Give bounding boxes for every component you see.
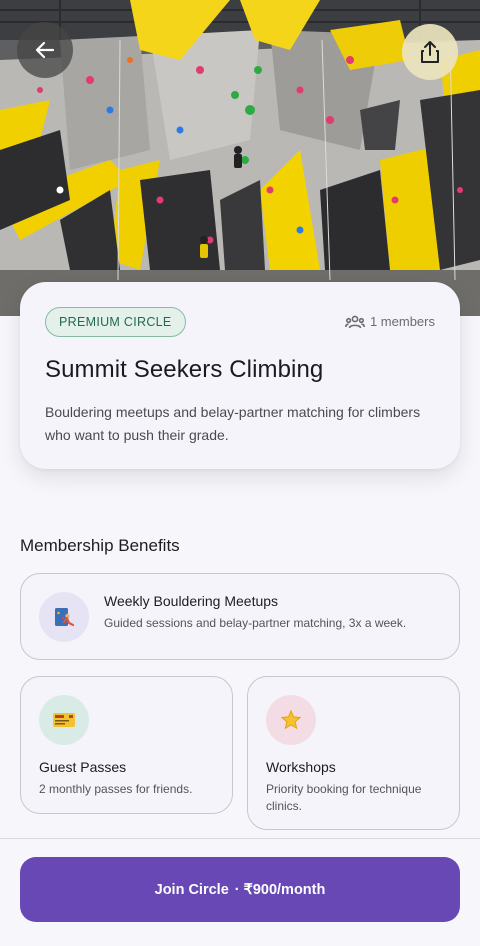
premium-badge: PREMIUM CIRCLE: [45, 307, 186, 337]
benefit-title: Weekly Bouldering Meetups: [104, 593, 279, 609]
arrow-left-icon: [35, 41, 55, 59]
hero-image: [0, 0, 480, 316]
benefit-title: Guest Passes: [39, 759, 127, 775]
people-icon: [344, 315, 365, 328]
join-circle-button[interactable]: Join Circle · ₹900/month: [20, 857, 460, 922]
benefit-card-guest-passes: Guest Passes 2 monthly passes for friend…: [20, 676, 233, 814]
benefit-card-workshops: Workshops Priority booking for technique…: [247, 676, 460, 830]
benefit-description: Priority booking for technique clinics.: [266, 782, 422, 813]
benefit-icon-circle: [39, 695, 89, 745]
benefits-section-title: Membership Benefits: [20, 536, 180, 555]
benefit-title: Workshops: [266, 759, 336, 775]
benefit-icon-circle: [266, 695, 316, 745]
share-icon: [421, 41, 439, 63]
benefit-description: Guided sessions and belay-partner matchi…: [104, 616, 407, 630]
climber-icon: [55, 608, 75, 627]
circle-description: Bouldering meetups and belay-partner mat…: [45, 404, 421, 443]
members-count: 1 members: [344, 314, 435, 329]
members-text: 1 members: [369, 314, 435, 329]
ticket-icon: [53, 713, 75, 727]
benefit-card-weekly-meetups: Weekly Bouldering Meetups Guided session…: [20, 573, 460, 660]
circle-title: Summit Seekers Climbing: [45, 356, 324, 383]
benefit-description: 2 monthly passes for friends.: [39, 782, 193, 796]
circle-info-card: PREMIUM CIRCLE 1 members Summit Seekers …: [20, 282, 460, 469]
back-button[interactable]: [17, 22, 73, 78]
join-label: Join Circle: [154, 881, 229, 898]
share-button[interactable]: [402, 24, 458, 80]
benefit-icon-circle: [39, 592, 89, 642]
bottom-action-bar: Join Circle · ₹900/month: [0, 838, 480, 946]
join-price: ₹900/month: [243, 881, 326, 898]
price-separator: ·: [234, 881, 240, 898]
star-icon: [280, 709, 302, 730]
